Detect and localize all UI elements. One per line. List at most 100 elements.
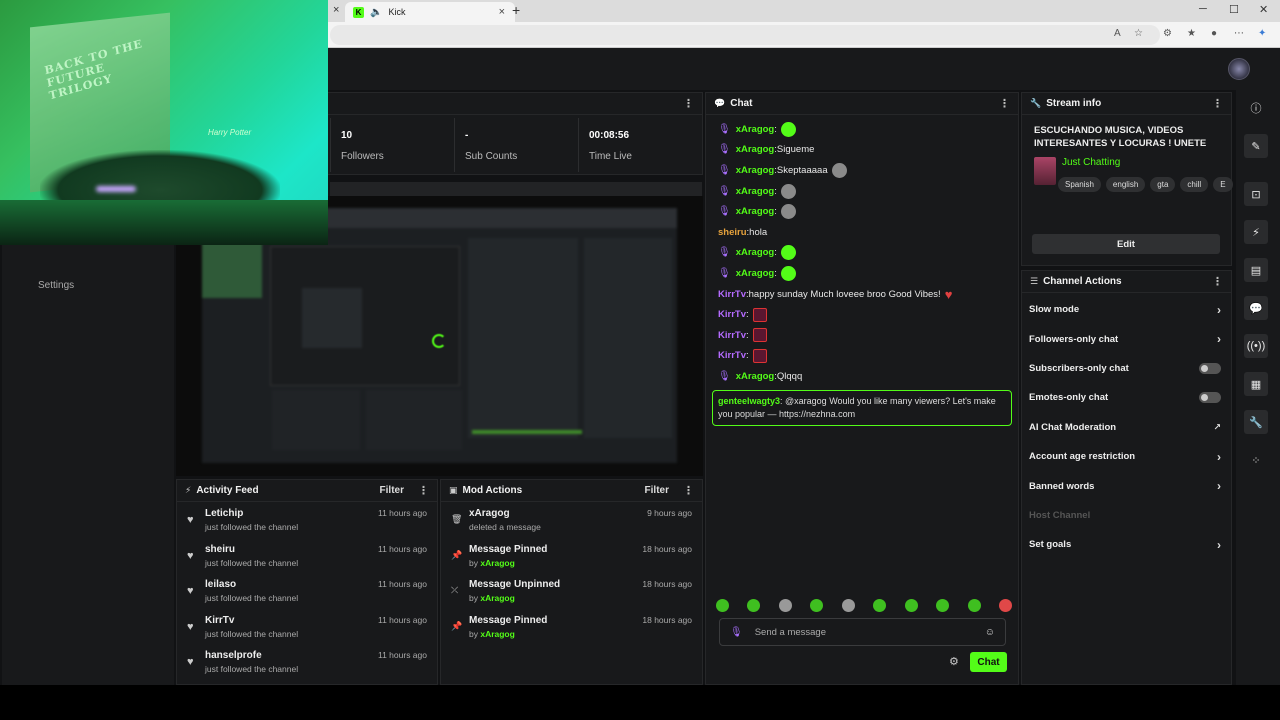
action-row[interactable]: Account age restriction › [1022,442,1231,471]
tag[interactable]: chill [1180,177,1209,192]
chat-username[interactable]: KirrTv [718,289,746,300]
chat-username[interactable]: xAragog [736,124,775,135]
list-item[interactable]: 📌 Message Pinned by xAragog 18 hours ago [441,609,702,645]
list-item[interactable]: ♥ sheiru just followed the channel 11 hours… [177,538,437,574]
list-item[interactable]: ♥ leilaso just followed the channel 11 hour… [177,573,437,609]
broadcast-icon[interactable]: ((•)) [1244,334,1268,358]
emote-9[interactable] [967,599,981,612]
chat-input[interactable]: 🎙 Send a message ☺ [719,618,1006,646]
emoji-picker-icon[interactable]: ☺ [985,627,995,638]
user-avatar[interactable] [1228,58,1250,80]
stats-menu-icon[interactable]: ⋮ [683,97,694,110]
window-close-icon[interactable]: ✕ [1259,3,1268,16]
chat-icon[interactable]: 💬 [1244,296,1268,320]
edit-stream-button[interactable]: Edit [1032,234,1220,254]
activity-menu-icon[interactable]: ⋮ [418,484,429,497]
tag[interactable]: E [1213,177,1233,192]
info-icon[interactable]: ⓘ [1244,96,1268,120]
external-link-icon[interactable]: ↗ [1213,422,1221,433]
action-row[interactable]: Subscribers-only chat [1022,354,1231,383]
list-item[interactable]: 🗑 xAragog deleted a message 9 hours ago [441,502,702,538]
chat-username[interactable]: xAragog [736,247,775,258]
emote-2[interactable] [747,599,761,612]
list-item[interactable]: 📌 Message Pinned by xAragog 18 hours ago [441,538,702,574]
chat-menu-icon[interactable]: ⋮ [999,97,1010,110]
action-row[interactable]: Emotes-only chat [1022,383,1231,412]
emote-5[interactable] [841,599,855,612]
chat-username[interactable]: xAragog [736,206,775,217]
username[interactable]: hanselprofe [205,650,298,661]
toggle-switch[interactable] [1199,392,1221,404]
emote-7[interactable] [904,599,918,612]
chat-username[interactable]: xAragog [736,165,775,176]
username[interactable]: leilaso [205,579,298,590]
emote-6[interactable] [873,599,887,612]
action-row[interactable]: AI Chat Moderation ↗ [1022,413,1231,442]
stream-info-menu-icon[interactable]: ⋮ [1212,97,1223,110]
username[interactable]: sheiru [205,544,298,555]
close-previous-tab-icon[interactable]: × [333,4,339,16]
tag[interactable]: gta [1150,177,1176,192]
chat-username[interactable]: KirrTv [718,309,746,320]
maximize-icon[interactable]: ☐ [1229,3,1239,16]
lightning-icon[interactable]: ⚡ [1244,220,1268,244]
emote-1[interactable] [716,599,729,612]
moderator-name[interactable]: xAragog [480,558,514,568]
screen-capture-icon[interactable]: ⊡ [1244,182,1268,206]
sidebar-item-settings[interactable]: Settings [38,280,74,291]
emote-4[interactable] [810,599,824,612]
channel-actions-menu-icon[interactable]: ⋮ [1212,275,1223,288]
action-row[interactable]: Followers-only chat › [1022,324,1231,353]
chat-username[interactable]: sheiru [718,227,747,238]
menu-icon[interactable]: ⋯ [1234,28,1244,39]
emote-10[interactable] [998,599,1012,612]
profile-icon[interactable]: ● [1211,28,1217,39]
chat-settings-icon[interactable]: ⚙ [949,655,959,668]
mute-tab-icon[interactable]: 🔈 [370,7,382,18]
username[interactable]: Letichip [205,508,298,519]
emote-3[interactable] [778,599,792,612]
copilot-icon[interactable]: ✦ [1258,28,1266,39]
favorites-icon[interactable]: ★ [1187,28,1196,39]
list-item[interactable]: ♥ KirrTv just followed the channel 11 hours… [177,609,437,645]
list-item[interactable]: ⤫ Message Unpinned by xAragog 18 hours ago [441,573,702,609]
flagged-username[interactable]: genteelwagty3 [718,396,780,406]
tools-icon[interactable]: 🔧 [1244,410,1268,434]
list-item[interactable]: ♥ Letichip just followed the channel 11 hou… [177,502,437,538]
tag[interactable]: english [1105,177,1146,192]
notes-icon[interactable]: ▤ [1244,258,1268,282]
chat-username[interactable]: KirrTv [718,350,746,361]
emote-8[interactable] [936,599,950,612]
url-field[interactable] [330,25,1160,45]
action-label: Subscribers-only chat [1029,362,1129,374]
chat-username[interactable]: xAragog [736,144,775,155]
mod-menu-icon[interactable]: ⋮ [683,484,694,497]
new-tab-button[interactable]: + [512,2,520,18]
username[interactable]: KirrTv [205,615,298,626]
moderator-name[interactable]: xAragog [480,629,514,639]
send-chat-button[interactable]: Chat [970,652,1007,672]
activity-filter-button[interactable]: Filter [380,485,404,496]
tab-kick[interactable]: K 🔈 Kick × [345,2,515,22]
favorite-star-icon[interactable]: ☆ [1134,28,1143,39]
tag[interactable]: Spanish [1058,177,1101,192]
edit-pencil-icon[interactable]: ✎ [1244,134,1268,158]
action-row[interactable]: Set goals › [1022,530,1231,559]
action-row[interactable]: Slow mode › [1022,295,1231,324]
chat-username[interactable]: xAragog [736,371,775,382]
toggle-switch[interactable] [1199,362,1221,374]
chat-username[interactable]: KirrTv [718,330,746,341]
chat-username[interactable]: xAragog [736,268,775,279]
mod-filter-button[interactable]: Filter [645,485,669,496]
flagged-message[interactable]: genteelwagty3: @xaragog Would you like m… [712,389,1012,426]
extensions-icon[interactable]: ⚙ [1163,28,1172,39]
minimize-icon[interactable]: ─ [1199,3,1207,15]
close-tab-icon[interactable]: × [499,6,505,18]
list-item[interactable]: ♥ hanselprofe just followed the channel 11 … [177,644,437,680]
layout-icon[interactable]: ▦ [1244,372,1268,396]
moderator-name[interactable]: xAragog [480,593,514,603]
more-icon[interactable]: ⁘ [1244,448,1268,472]
chat-username[interactable]: xAragog [736,186,775,197]
read-aloud-icon[interactable]: A [1114,28,1121,39]
action-row[interactable]: Banned words › [1022,471,1231,500]
